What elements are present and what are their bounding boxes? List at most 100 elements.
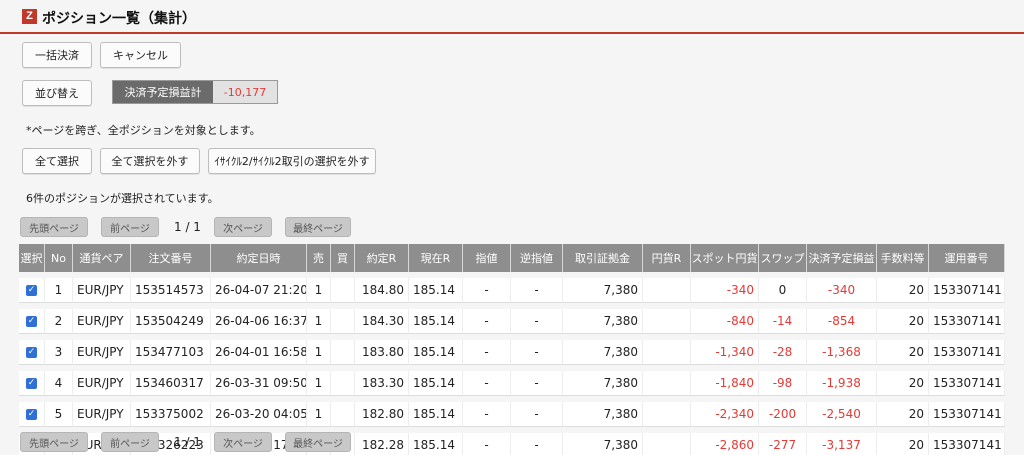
table-cell: 185.14 <box>409 402 463 427</box>
table-cell[interactable]: ✓ <box>19 309 45 334</box>
table-cell: 1 <box>45 278 73 303</box>
table-cell: 153307141 <box>929 433 1005 455</box>
table-cell: 153375002 <box>131 402 211 427</box>
table-cell[interactable]: ✓ <box>19 278 45 303</box>
bulk-settle-button[interactable]: 一括決済 <box>22 42 92 68</box>
table-cell: 20 <box>877 278 929 303</box>
table-cell: 7,380 <box>563 371 643 396</box>
row-checkbox[interactable]: ✓ <box>26 347 37 358</box>
table-row[interactable]: ✓ 4 EUR/JPY 153460317 26-03-31 09:50 1 183.30 1… <box>19 371 1005 396</box>
table-cell: 153504249 <box>131 309 211 334</box>
column-header: 注文番号 <box>131 244 211 272</box>
table-cell: 153307141 <box>929 309 1005 334</box>
cancel-button[interactable]: キャンセル <box>100 42 181 68</box>
table-cell: -2,860 <box>691 433 759 455</box>
table-cell: - <box>511 278 563 303</box>
table-cell: 7,380 <box>563 433 643 455</box>
pl-summary-value: -10,177 <box>213 81 277 103</box>
table-row[interactable]: ✓ 3 EUR/JPY 153477103 26-04-01 16:58 1 183.80 1… <box>19 340 1005 365</box>
last-page-button-bottom[interactable]: 最終ページ <box>285 432 351 452</box>
table-cell: 153514573 <box>131 278 211 303</box>
column-header: 手数料等 <box>877 244 929 272</box>
table-cell: 183.80 <box>355 340 409 365</box>
table-cell: -200 <box>759 402 807 427</box>
first-page-button-bottom[interactable]: 先頭ページ <box>20 432 88 452</box>
table-cell: - <box>463 433 511 455</box>
table-cell: -1,340 <box>691 340 759 365</box>
column-header: 逆指値 <box>511 244 563 272</box>
prev-page-button-bottom[interactable]: 前ページ <box>101 432 159 452</box>
deselect-cycle-button[interactable]: ｲｻｲｸﾙ2/ｻｲｸﾙ2取引の選択を外す <box>208 148 376 174</box>
table-cell: 7,380 <box>563 309 643 334</box>
table-cell: 3 <box>45 340 73 365</box>
table-cell: 7,380 <box>563 402 643 427</box>
table-row[interactable]: ✓6EUR/JPY15332622326-03-13 17:111182.281… <box>19 433 1005 455</box>
table-cell: - <box>511 433 563 455</box>
table-cell: 1 <box>307 402 331 427</box>
table-cell[interactable]: ✓ <box>19 371 45 396</box>
column-header: スポット円貨 <box>691 244 759 272</box>
table-cell: EUR/JPY <box>73 340 131 365</box>
next-page-button-top[interactable]: 次ページ <box>214 217 272 237</box>
table-cell: 20 <box>877 309 929 334</box>
table-cell <box>643 371 691 396</box>
last-page-button-top[interactable]: 最終ページ <box>285 217 351 237</box>
table-row[interactable]: ✓ 1 EUR/JPY 153514573 26-04-07 21:20 1 184.80 1… <box>19 278 1005 303</box>
brand-logo-icon: Z <box>22 9 37 24</box>
table-cell: 26-03-31 09:50 <box>211 371 307 396</box>
positions-table: 選択 No 通貨ペア 注文番号 約定日時売買約定R 現在R 指値 逆指値 取引証拠金 円貨R スポッ… <box>19 244 1005 455</box>
table-cell: -3,137 <box>807 433 877 455</box>
row-checkbox[interactable]: ✓ <box>26 285 37 296</box>
table-cell: 20 <box>877 371 929 396</box>
table-cell: -98 <box>759 371 807 396</box>
column-header: 買 <box>331 244 355 272</box>
page-indicator-top: 1 / 1 <box>174 220 201 234</box>
table-cell: 1 <box>307 340 331 365</box>
table-cell[interactable]: ✓ <box>19 402 45 427</box>
table-row[interactable]: ✓ 2 EUR/JPY 153504249 26-04-06 16:37 1 184.30 1… <box>19 309 1005 334</box>
column-header: 取引証拠金 <box>563 244 643 272</box>
table-cell: -840 <box>691 309 759 334</box>
table-cell <box>643 402 691 427</box>
deselect-all-button[interactable]: 全て選択を外す <box>100 148 200 174</box>
column-header: 通貨ペア <box>73 244 131 272</box>
table-cell <box>643 340 691 365</box>
prev-page-button-top[interactable]: 前ページ <box>101 217 159 237</box>
table-cell: EUR/JPY <box>73 371 131 396</box>
table-cell: 1 <box>307 371 331 396</box>
table-cell: EUR/JPY <box>73 309 131 334</box>
table-cell: 1 <box>307 309 331 334</box>
sort-button[interactable]: 並び替え <box>22 80 92 106</box>
column-header: 現在R <box>409 244 463 272</box>
row-checkbox[interactable]: ✓ <box>26 378 37 389</box>
table-cell: 7,380 <box>563 340 643 365</box>
table-cell: -277 <box>759 433 807 455</box>
table-cell: 153307141 <box>929 402 1005 427</box>
row-checkbox[interactable]: ✓ <box>26 409 37 420</box>
row-checkbox[interactable]: ✓ <box>26 316 37 327</box>
table-cell: 26-04-07 21:20 <box>211 278 307 303</box>
table-cell: -340 <box>691 278 759 303</box>
table-cell: 184.30 <box>355 309 409 334</box>
table-cell <box>331 371 355 396</box>
table-cell: 20 <box>877 402 929 427</box>
table-cell: 183.30 <box>355 371 409 396</box>
first-page-button-top[interactable]: 先頭ページ <box>20 217 88 237</box>
table-row[interactable]: ✓ 5 EUR/JPY 153375002 26-03-20 04:05 1 182.80 1… <box>19 402 1005 427</box>
column-header: 運用番号 <box>929 244 1005 272</box>
column-header: 決済予定損益 <box>807 244 877 272</box>
pl-summary-label: 決済予定損益計 <box>113 81 213 103</box>
cross-page-note: *ページを跨ぎ、全ポジションを対象とします。 <box>26 124 261 137</box>
column-header: スワップ <box>759 244 807 272</box>
next-page-button-bottom[interactable]: 次ページ <box>214 432 272 452</box>
table-cell: -2,540 <box>807 402 877 427</box>
table-cell: 153307141 <box>929 340 1005 365</box>
select-all-button[interactable]: 全て選択 <box>22 148 92 174</box>
table-cell <box>643 309 691 334</box>
table-cell: - <box>463 402 511 427</box>
table-cell: 7,380 <box>563 278 643 303</box>
table-cell: 185.14 <box>409 340 463 365</box>
table-cell: - <box>511 371 563 396</box>
table-cell[interactable]: ✓ <box>19 340 45 365</box>
table-cell: 5 <box>45 402 73 427</box>
